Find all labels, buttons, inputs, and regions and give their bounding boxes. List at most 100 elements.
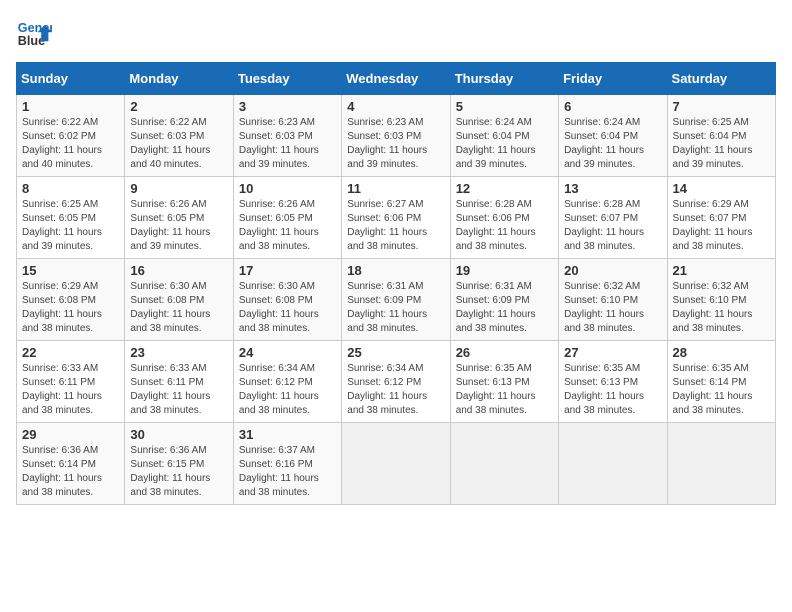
day-number: 30	[130, 427, 227, 442]
calendar-cell: 3 Sunrise: 6:23 AM Sunset: 6:03 PM Daylig…	[233, 95, 341, 177]
calendar-cell: 25 Sunrise: 6:34 AM Sunset: 6:12 PM Dayli…	[342, 341, 450, 423]
calendar-cell: 16 Sunrise: 6:30 AM Sunset: 6:08 PM Dayli…	[125, 259, 233, 341]
day-info: Sunrise: 6:27 AM Sunset: 6:06 PM Dayligh…	[347, 198, 444, 254]
day-info: Sunrise: 6:23 AM Sunset: 6:03 PM Dayligh…	[239, 116, 336, 172]
day-number: 8	[22, 181, 119, 196]
day-info: Sunrise: 6:28 AM Sunset: 6:06 PM Dayligh…	[456, 198, 553, 254]
day-number: 11	[347, 181, 444, 196]
calendar-cell: 23 Sunrise: 6:33 AM Sunset: 6:11 PM Dayli…	[125, 341, 233, 423]
day-info: Sunrise: 6:22 AM Sunset: 6:02 PM Dayligh…	[22, 116, 119, 172]
calendar-cell: 5Sunrise: 6:24 AM Sunset: 6:04 PM Daylig…	[450, 95, 558, 177]
calendar-cell: 18 Sunrise: 6:31 AM Sunset: 6:09 PM Dayli…	[342, 259, 450, 341]
day-number: 25	[347, 345, 444, 360]
day-number: 14	[673, 181, 770, 196]
day-info: Sunrise: 6:26 AM Sunset: 6:05 PM Dayligh…	[239, 198, 336, 254]
day-number: 6	[564, 99, 661, 114]
calendar-cell: 29 Sunrise: 6:36 AM Sunset: 6:14 PM Dayli…	[17, 423, 125, 505]
day-info: Sunrise: 6:31 AM Sunset: 6:09 PM Dayligh…	[347, 280, 444, 336]
calendar-cell: 30Sunrise: 6:36 AM Sunset: 6:15 PM Dayli…	[125, 423, 233, 505]
day-info: Sunrise: 6:24 AM Sunset: 6:04 PM Dayligh…	[564, 116, 661, 172]
day-info: Sunrise: 6:26 AM Sunset: 6:05 PM Dayligh…	[130, 198, 227, 254]
day-number: 23	[130, 345, 227, 360]
calendar-cell: 6 Sunrise: 6:24 AM Sunset: 6:04 PM Daylig…	[559, 95, 667, 177]
day-number: 19	[456, 263, 553, 278]
day-number: 22	[22, 345, 119, 360]
calendar-cell	[342, 423, 450, 505]
day-number: 26	[456, 345, 553, 360]
calendar-cell: 9 Sunrise: 6:26 AM Sunset: 6:05 PM Daylig…	[125, 177, 233, 259]
day-number: 3	[239, 99, 336, 114]
day-info: Sunrise: 6:34 AM Sunset: 6:12 PM Dayligh…	[347, 362, 444, 418]
calendar-cell: 2 Sunrise: 6:22 AM Sunset: 6:03 PM Daylig…	[125, 95, 233, 177]
day-info: Sunrise: 6:29 AM Sunset: 6:07 PM Dayligh…	[673, 198, 770, 254]
day-info: Sunrise: 6:35 AM Sunset: 6:13 PM Dayligh…	[456, 362, 553, 418]
weekday-header-saturday: Saturday	[667, 63, 775, 95]
day-info: Sunrise: 6:33 AM Sunset: 6:11 PM Dayligh…	[22, 362, 119, 418]
day-info: Sunrise: 6:32 AM Sunset: 6:10 PM Dayligh…	[564, 280, 661, 336]
weekday-header-friday: Friday	[559, 63, 667, 95]
svg-text:Blue: Blue	[18, 34, 45, 48]
day-info: Sunrise: 6:35 AM Sunset: 6:13 PM Dayligh…	[564, 362, 661, 418]
day-info: Sunrise: 6:30 AM Sunset: 6:08 PM Dayligh…	[239, 280, 336, 336]
calendar-cell	[559, 423, 667, 505]
day-number: 12	[456, 181, 553, 196]
calendar-cell: 15 Sunrise: 6:29 AM Sunset: 6:08 PM Dayli…	[17, 259, 125, 341]
day-number: 17	[239, 263, 336, 278]
calendar-cell: 22 Sunrise: 6:33 AM Sunset: 6:11 PM Dayli…	[17, 341, 125, 423]
day-info: Sunrise: 6:28 AM Sunset: 6:07 PM Dayligh…	[564, 198, 661, 254]
calendar-cell: 20 Sunrise: 6:32 AM Sunset: 6:10 PM Dayli…	[559, 259, 667, 341]
calendar-cell: 4 Sunrise: 6:23 AM Sunset: 6:03 PM Daylig…	[342, 95, 450, 177]
day-info: Sunrise: 6:30 AM Sunset: 6:08 PM Dayligh…	[130, 280, 227, 336]
day-number: 2	[130, 99, 227, 114]
day-number: 9	[130, 181, 227, 196]
day-number: 27	[564, 345, 661, 360]
day-number: 4	[347, 99, 444, 114]
day-number: 18	[347, 263, 444, 278]
day-number: 13	[564, 181, 661, 196]
day-number: 31	[239, 427, 336, 442]
day-number: 10	[239, 181, 336, 196]
day-info: Sunrise: 6:24 AM Sunset: 6:04 PM Dayligh…	[456, 116, 553, 172]
calendar-table: SundayMondayTuesdayWednesdayThursdayFrid…	[16, 62, 776, 505]
day-number: 28	[673, 345, 770, 360]
day-info: Sunrise: 6:23 AM Sunset: 6:03 PM Dayligh…	[347, 116, 444, 172]
day-info: Sunrise: 6:22 AM Sunset: 6:03 PM Dayligh…	[130, 116, 227, 172]
weekday-header-tuesday: Tuesday	[233, 63, 341, 95]
calendar-cell: 19 Sunrise: 6:31 AM Sunset: 6:09 PM Dayli…	[450, 259, 558, 341]
weekday-header-wednesday: Wednesday	[342, 63, 450, 95]
logo-icon: General Blue	[16, 16, 52, 52]
day-info: Sunrise: 6:34 AM Sunset: 6:12 PM Dayligh…	[239, 362, 336, 418]
day-info: Sunrise: 6:33 AM Sunset: 6:11 PM Dayligh…	[130, 362, 227, 418]
day-number: 15	[22, 263, 119, 278]
day-info: Sunrise: 6:32 AM Sunset: 6:10 PM Dayligh…	[673, 280, 770, 336]
weekday-header-monday: Monday	[125, 63, 233, 95]
day-number: 29	[22, 427, 119, 442]
calendar-cell: 10 Sunrise: 6:26 AM Sunset: 6:05 PM Dayli…	[233, 177, 341, 259]
calendar-cell: 12 Sunrise: 6:28 AM Sunset: 6:06 PM Dayli…	[450, 177, 558, 259]
weekday-header-thursday: Thursday	[450, 63, 558, 95]
calendar-cell	[667, 423, 775, 505]
calendar-cell: 26 Sunrise: 6:35 AM Sunset: 6:13 PM Dayli…	[450, 341, 558, 423]
calendar-cell: 13 Sunrise: 6:28 AM Sunset: 6:07 PM Dayli…	[559, 177, 667, 259]
calendar-cell: 24 Sunrise: 6:34 AM Sunset: 6:12 PM Dayli…	[233, 341, 341, 423]
calendar-cell: 8Sunrise: 6:25 AM Sunset: 6:05 PM Daylig…	[17, 177, 125, 259]
day-info: Sunrise: 6:31 AM Sunset: 6:09 PM Dayligh…	[456, 280, 553, 336]
day-number: 21	[673, 263, 770, 278]
weekday-header-sunday: Sunday	[17, 63, 125, 95]
calendar-cell: 7Sunrise: 6:25 AM Sunset: 6:04 PM Daylig…	[667, 95, 775, 177]
calendar-cell: 31 Sunrise: 6:37 AM Sunset: 6:16 PM Dayli…	[233, 423, 341, 505]
calendar-cell	[450, 423, 558, 505]
day-number: 1	[22, 99, 119, 114]
day-number: 16	[130, 263, 227, 278]
calendar-cell: 21 Sunrise: 6:32 AM Sunset: 6:10 PM Dayli…	[667, 259, 775, 341]
day-number: 20	[564, 263, 661, 278]
day-info: Sunrise: 6:29 AM Sunset: 6:08 PM Dayligh…	[22, 280, 119, 336]
day-info: Sunrise: 6:37 AM Sunset: 6:16 PM Dayligh…	[239, 444, 336, 500]
header: General Blue	[16, 16, 776, 52]
calendar-cell: 27 Sunrise: 6:35 AM Sunset: 6:13 PM Dayli…	[559, 341, 667, 423]
logo: General Blue	[16, 16, 56, 52]
calendar-cell: 28Sunrise: 6:35 AM Sunset: 6:14 PM Dayli…	[667, 341, 775, 423]
calendar-cell: 11 Sunrise: 6:27 AM Sunset: 6:06 PM Dayli…	[342, 177, 450, 259]
day-number: 24	[239, 345, 336, 360]
day-info: Sunrise: 6:36 AM Sunset: 6:14 PM Dayligh…	[22, 444, 119, 500]
